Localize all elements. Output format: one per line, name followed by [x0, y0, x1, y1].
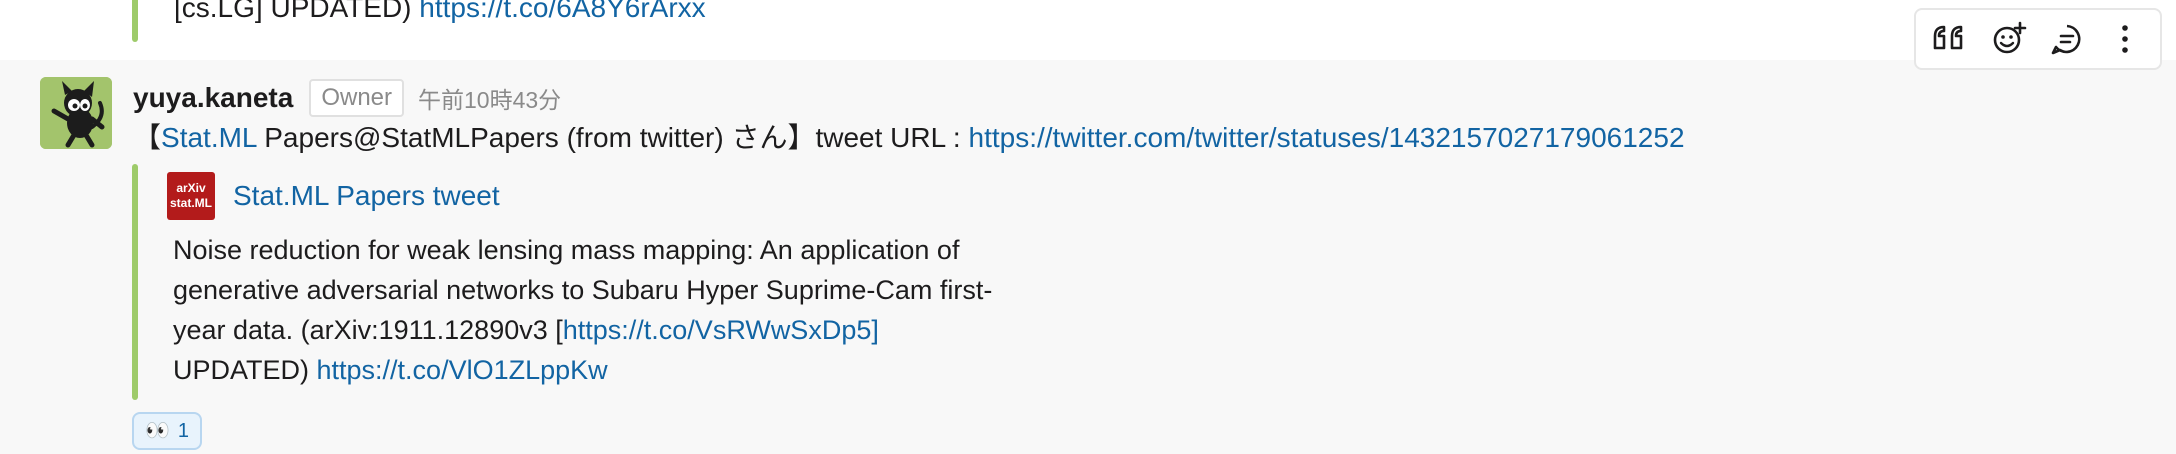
- owner-badge: Owner: [309, 79, 405, 117]
- attachment-text-line: UPDATED) https://t.co/VlO1ZLppKw: [173, 350, 1053, 390]
- arxiv-stat-ml-icon: arXiv stat.ML: [167, 172, 215, 220]
- more-vertical-icon: [2122, 25, 2128, 53]
- quote-button[interactable]: [1927, 15, 1975, 63]
- attachment-text-line: year data. (arXiv:1911.12890v3 [https://…: [173, 310, 1053, 350]
- attachment-text-line: generative adversarial networks to Subar…: [173, 275, 993, 305]
- attachment-text-line: Noise reduction for weak lensing mass ma…: [173, 235, 960, 265]
- message-actions-toolbar: [1914, 8, 2162, 70]
- reply-thread-icon: [2051, 24, 2081, 55]
- previous-link[interactable]: https://t.co/6A8Y6rArxx: [419, 0, 705, 23]
- add-reaction-icon: [1993, 21, 2027, 54]
- attachment-text-prefix: UPDATED): [173, 355, 317, 385]
- more-actions-button[interactable]: [2101, 15, 2149, 63]
- message: yuya.kaneta Owner 午前10時43分 【Stat.ML Pape…: [0, 60, 2176, 454]
- add-reaction-button[interactable]: [1985, 15, 2033, 63]
- previous-attachment-text: [cs.LG] UPDATED) https://t.co/6A8Y6rArxx: [174, 0, 706, 28]
- previous-text-prefix: [cs.LG] UPDATED): [174, 0, 420, 23]
- open-bracket: 【: [133, 122, 162, 153]
- cat-avatar-icon[interactable]: [40, 77, 112, 149]
- attachment-text: Noise reduction for weak lensing mass ma…: [173, 230, 1053, 390]
- reaction-count: 1: [177, 419, 190, 442]
- eyes-emoji-icon: 👀: [144, 420, 170, 442]
- message-body: 【Stat.ML Papers@StatMLPapers (from twitt…: [133, 118, 1685, 158]
- previous-message: [cs.LG] UPDATED) https://t.co/6A8Y6rArxx: [0, 0, 2176, 60]
- icon-line-arxiv: arXiv: [176, 181, 206, 195]
- tweet-url-link[interactable]: https://twitter.com/twitter/statuses/143…: [969, 122, 1685, 153]
- body-middle-text: Papers@StatMLPapers (from twitter) さん】tw…: [256, 122, 969, 153]
- eyes-reaction-button[interactable]: 👀 1: [132, 412, 202, 450]
- reply-thread-button[interactable]: [2043, 15, 2091, 63]
- message-header: yuya.kaneta Owner 午前10時43分: [133, 78, 561, 118]
- timestamp[interactable]: 午前10時43分: [418, 81, 561, 115]
- channel-link[interactable]: Stat.ML: [161, 122, 256, 153]
- updated-link[interactable]: https://t.co/VlO1ZLppKw: [317, 355, 608, 385]
- username[interactable]: yuya.kaneta: [133, 82, 293, 114]
- attachment-bar: [132, 0, 138, 42]
- icon-line-statml: stat.ML: [170, 196, 212, 210]
- arxiv-link[interactable]: https://t.co/VsRWwSxDp5]: [563, 315, 879, 345]
- tweet-attachment: arXiv stat.ML Stat.ML Papers tweet Noise…: [132, 164, 1032, 400]
- attachment-title-link[interactable]: Stat.ML Papers tweet: [233, 176, 500, 216]
- attachment-bar: [132, 164, 138, 400]
- quote-icon: [1933, 25, 1963, 50]
- attachment-text-prefix: year data. (arXiv:1911.12890v3 [: [173, 315, 563, 345]
